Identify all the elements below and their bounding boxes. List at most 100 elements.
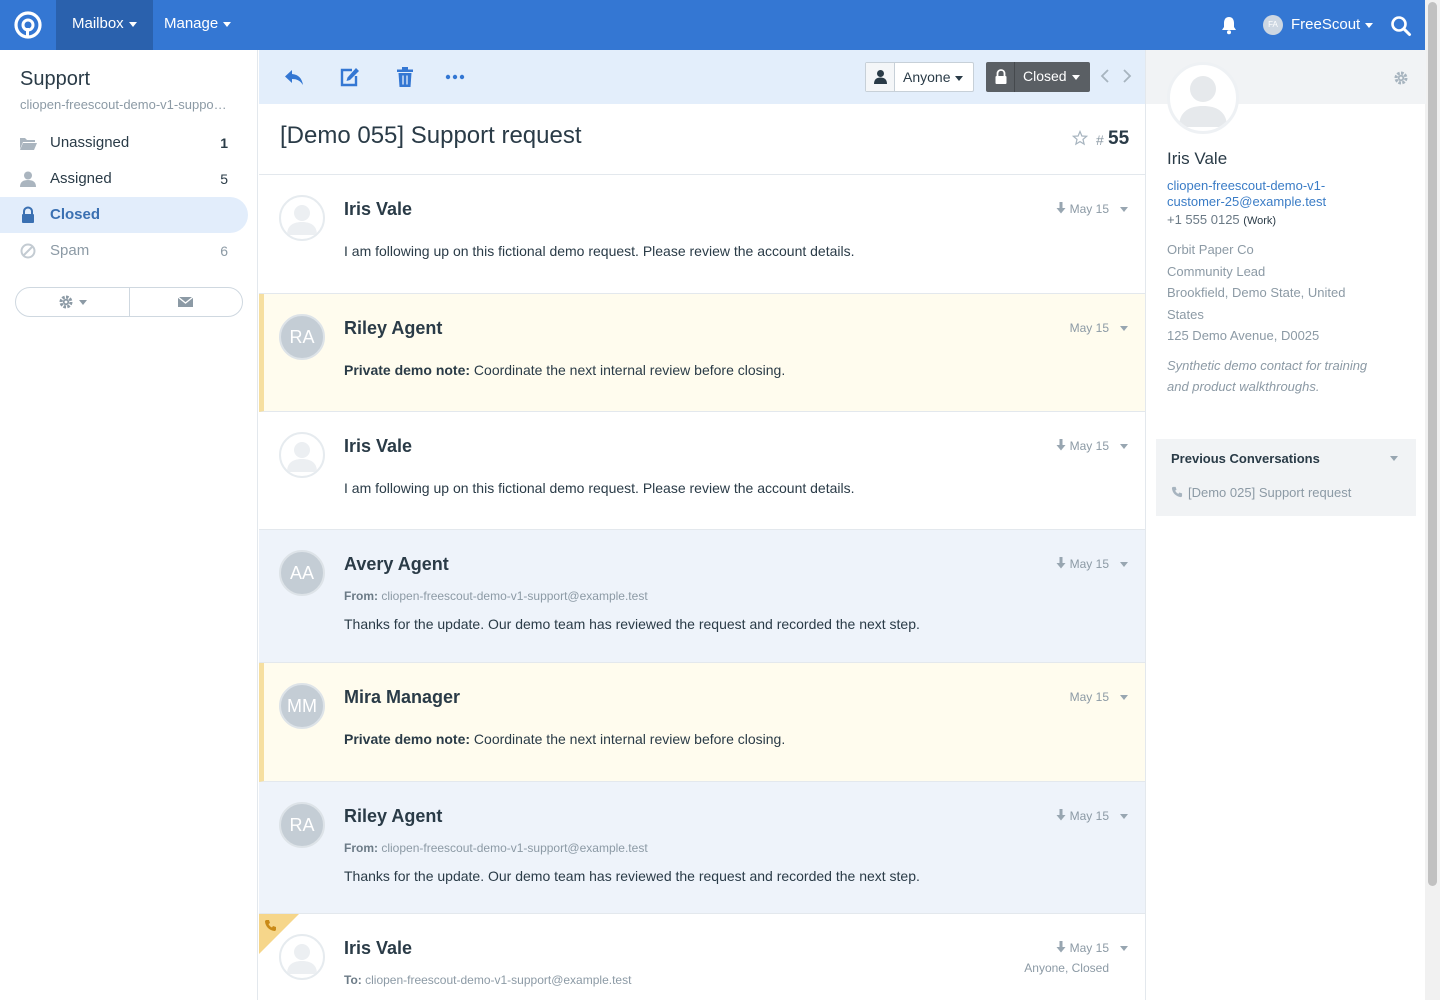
thread-menu-icon[interactable] <box>1120 562 1128 567</box>
thread-date[interactable]: May 15 <box>1056 557 1109 571</box>
user-placeholder-icon <box>287 205 317 235</box>
thread-date[interactable]: May 15 <box>1070 321 1109 335</box>
conversation-header: [Demo 055] Support request # 55 <box>259 104 1145 175</box>
thread-date-label: May 15 <box>1069 439 1109 453</box>
customer-job-title: Community Lead <box>1167 263 1266 279</box>
reply-icon[interactable] <box>283 66 305 88</box>
assignee-label: Anyone <box>903 69 951 85</box>
scrollbar-thumb[interactable] <box>1428 2 1437 886</box>
from-address: cliopen-freescout-demo-v1-support@exampl… <box>381 589 648 603</box>
thread-date[interactable]: May 15 <box>1056 439 1109 453</box>
new-conversation-button[interactable] <box>128 288 243 316</box>
user-placeholder-icon <box>287 944 317 974</box>
thread-date-label: May 15 <box>1069 690 1109 704</box>
chevron-down-icon <box>78 299 87 305</box>
thread-author[interactable]: Mira Manager <box>344 687 460 708</box>
thread-date[interactable]: May 15 <box>1070 690 1109 704</box>
bell-icon[interactable] <box>1219 15 1239 35</box>
mailbox-sidebar: Support cliopen-freescout-demo-v1-suppor… <box>0 50 258 1000</box>
folder-closed[interactable]: Closed <box>0 197 248 233</box>
chevron-right-icon[interactable] <box>1121 68 1133 84</box>
folder-count: 1 <box>220 135 228 151</box>
thread-item: Iris Vale May 15 I am following up on th… <box>259 175 1145 294</box>
thread-date-label: May 15 <box>1069 809 1109 823</box>
thread-menu-icon[interactable] <box>1120 946 1128 951</box>
gear-icon[interactable] <box>1393 70 1409 86</box>
thread-author[interactable]: Avery Agent <box>344 554 449 575</box>
thread-body: I am following up on this fictional demo… <box>344 480 855 496</box>
thread-author[interactable]: Iris Vale <box>344 436 412 457</box>
agent-avatar: AA <box>279 550 325 596</box>
thread-date-label: May 15 <box>1069 321 1109 335</box>
to-label: To: <box>344 973 362 987</box>
edit-note-icon[interactable] <box>338 66 360 88</box>
arrow-down-icon <box>1056 202 1066 214</box>
note-text: Coordinate the next internal review befo… <box>473 362 786 378</box>
mailbox-settings-button[interactable] <box>16 288 129 316</box>
ban-icon <box>20 243 36 259</box>
freescout-logo-icon[interactable] <box>14 11 42 39</box>
chevron-down-icon[interactable] <box>1390 456 1398 461</box>
thread-menu-icon[interactable] <box>1120 695 1128 700</box>
customer-photo <box>1167 62 1239 134</box>
thread-author[interactable]: Iris Vale <box>344 938 412 959</box>
agent-avatar: RA <box>279 802 325 848</box>
folder-unassigned[interactable]: Unassigned 1 <box>0 125 248 161</box>
thread-date[interactable]: May 15 <box>1056 941 1109 955</box>
trash-icon[interactable] <box>394 66 416 88</box>
mailbox-email: cliopen-freescout-demo-v1-support@exampl… <box>20 97 230 112</box>
user-menu[interactable]: FreeScout <box>1291 0 1374 50</box>
agent-avatar: RA <box>279 314 325 360</box>
thread-menu-icon[interactable] <box>1120 814 1128 819</box>
thread-date-label: May 15 <box>1069 557 1109 571</box>
thread-menu-icon[interactable] <box>1120 326 1128 331</box>
chevron-left-icon[interactable] <box>1099 68 1111 84</box>
customer-name[interactable]: Iris Vale <box>1167 149 1227 169</box>
chevron-down-icon <box>1365 22 1374 28</box>
nav-mailbox-menu[interactable]: Mailbox <box>56 0 153 50</box>
previous-conversations-heading[interactable]: Previous Conversations <box>1171 451 1320 466</box>
status-dropdown[interactable]: Closed <box>986 62 1090 92</box>
arrow-down-icon <box>1056 809 1066 821</box>
page-scrollbar[interactable] <box>1425 0 1440 1000</box>
more-actions-icon[interactable] <box>444 66 466 88</box>
customer-email-link[interactable]: cliopen-freescout-demo-v1-customer-25@ex… <box>1167 178 1367 210</box>
previous-conversation-link[interactable]: [Demo 025] Support request <box>1171 485 1351 500</box>
thread-menu-icon[interactable] <box>1120 207 1128 212</box>
user-avatar[interactable]: FA <box>1263 15 1283 35</box>
customer-location: Brookfield, Demo State, United States <box>1167 285 1346 322</box>
customer-sidebar: Iris Vale cliopen-freescout-demo-v1-cust… <box>1145 50 1426 1000</box>
nav-manage-menu[interactable]: Manage <box>148 0 247 50</box>
thread-body: Thanks for the update. Our demo team has… <box>344 616 920 632</box>
customer-note: Synthetic demo contact for training and … <box>1167 358 1368 394</box>
thread-author[interactable]: Riley Agent <box>344 318 442 339</box>
search-icon[interactable] <box>1390 15 1412 37</box>
thread-author[interactable]: Riley Agent <box>344 806 442 827</box>
folder-assigned[interactable]: Assigned 5 <box>0 161 248 197</box>
mailbox-actions <box>15 287 243 317</box>
thread-item: Iris Vale May 15 I am following up on th… <box>259 412 1145 530</box>
thread-body: Thanks for the update. Our demo team has… <box>344 868 920 884</box>
top-navbar: Mailbox Manage FA FreeScout <box>0 0 1425 50</box>
to-address: cliopen-freescout-demo-v1-support@exampl… <box>365 973 632 987</box>
user-name-label: FreeScout <box>1291 16 1361 33</box>
thread-item-reply: AA Avery Agent May 15 From: cliopen-free… <box>259 530 1145 663</box>
thread-date-label: May 15 <box>1069 941 1109 955</box>
thread-date[interactable]: May 15 <box>1056 809 1109 823</box>
nav-mailbox-label: Mailbox <box>72 15 124 32</box>
lock-icon <box>995 69 1007 84</box>
thread-item-note: RA Riley Agent May 15 Private demo note:… <box>259 294 1145 412</box>
thread-author[interactable]: Iris Vale <box>344 199 412 220</box>
conversation-subject[interactable]: [Demo 055] Support request <box>280 122 582 150</box>
assignee-dropdown[interactable]: Anyone <box>865 62 974 92</box>
mailbox-title[interactable]: Support <box>20 68 90 91</box>
thread-date[interactable]: May 15 <box>1056 202 1109 216</box>
star-icon[interactable] <box>1072 130 1088 146</box>
phone-icon <box>1171 486 1183 498</box>
customer-phone: +1 555 0125 (Work) <box>1167 212 1276 227</box>
thread-menu-icon[interactable] <box>1120 444 1128 449</box>
customer-company: Orbit Paper Co <box>1167 242 1254 257</box>
thread-body: I am following up on this fictional demo… <box>344 243 855 259</box>
folder-spam[interactable]: Spam 6 <box>0 233 248 269</box>
thread-date-label: May 15 <box>1069 202 1109 216</box>
